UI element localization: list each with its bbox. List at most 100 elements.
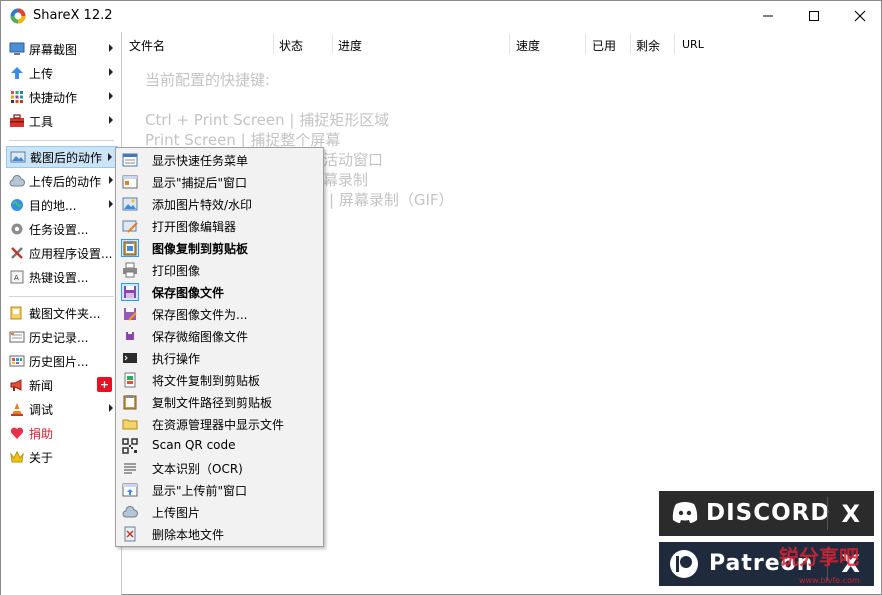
close-button[interactable] <box>837 1 882 31</box>
sidebar-item-label: 历史记录... <box>29 330 89 345</box>
column-divider[interactable] <box>332 34 333 54</box>
sidebar-item-debug[interactable]: 调试 <box>6 398 118 420</box>
save-as-icon <box>122 306 138 322</box>
maximize-button[interactable] <box>791 1 837 31</box>
banner-divider <box>827 497 828 530</box>
hotkeys-title: 当前配置的快捷键: <box>145 71 271 89</box>
minimize-button[interactable] <box>745 1 791 31</box>
minimize-icon <box>763 15 773 17</box>
hotkey-line: 活动窗口 <box>323 151 384 169</box>
sidebar-item-label: 目的地... <box>29 198 77 213</box>
window-title: ShareX 12.2 <box>33 8 113 23</box>
menu-item-show-before-upload-window[interactable]: 显示"上传前"窗口 <box>118 479 321 501</box>
column-status[interactable]: 状态 <box>279 37 303 54</box>
toolbox-icon <box>9 113 25 129</box>
delete-file-icon <box>122 526 138 542</box>
menu-item-open-image-editor[interactable]: 打开图像编辑器 <box>118 215 321 237</box>
sidebar-item-label: 捐助 <box>29 426 54 441</box>
hotkey-line: Ctrl + Print Screen | 捕捉矩形区域 <box>145 111 390 129</box>
menu-item-ocr[interactable]: 文本识别（OCR) <box>118 457 321 479</box>
menu-item-copy-image-to-clipboard[interactable]: 图像复制到剪贴板 <box>118 237 321 259</box>
sidebar-item-screenshots-folder[interactable]: 截图文件夹... <box>6 302 118 324</box>
cloud-icon <box>9 173 25 189</box>
sidebar-item-hotkey-settings[interactable]: A 热键设置... <box>6 266 118 288</box>
watermark-url: www.blvfe.com <box>799 576 860 585</box>
clipboard-image-icon <box>121 239 139 257</box>
sidebar-item-task-settings[interactable]: 任务设置... <box>6 218 118 240</box>
traffic-cone-icon <box>9 401 25 417</box>
menu-item-scan-qr-code[interactable]: Scan QR code <box>118 435 321 457</box>
sidebar-item-destinations[interactable]: 目的地... <box>6 194 118 216</box>
column-speed[interactable]: 速度 <box>516 37 540 54</box>
column-progress[interactable]: 进度 <box>338 37 362 54</box>
chevron-right-icon <box>109 176 113 184</box>
sidebar-item-image-history[interactable]: 历史图片... <box>6 350 118 372</box>
menu-item-copy-file-to-clipboard[interactable]: 将文件复制到剪贴板 <box>118 369 321 391</box>
image-editor-icon <box>122 218 138 234</box>
menu-item-copy-file-path[interactable]: 复制文件路径到剪贴板 <box>118 391 321 413</box>
watermark-text: 锐分享吧 <box>779 545 859 569</box>
sidebar-item-app-settings[interactable]: 应用程序设置... <box>6 242 118 264</box>
chevron-right-icon <box>109 44 113 52</box>
column-divider[interactable] <box>273 34 274 54</box>
close-icon <box>854 10 866 22</box>
sidebar-item-upload[interactable]: 上传 <box>6 62 118 84</box>
sidebar-item-label: 调试 <box>29 402 54 417</box>
grid-icon <box>9 89 25 105</box>
sidebar-item-label: 历史图片... <box>29 354 89 369</box>
image-screenshot-icon <box>10 149 26 165</box>
sidebar-item-label: 上传后的动作 <box>29 174 102 189</box>
column-url[interactable]: URL <box>682 38 704 51</box>
column-divider[interactable] <box>585 34 586 54</box>
folder-open-icon <box>122 416 138 432</box>
sidebar-item-donate[interactable]: 捐助 <box>6 422 118 444</box>
sidebar-item-label: 热键设置... <box>29 270 89 285</box>
sidebar-item-history[interactable]: 历史记录... <box>6 326 118 348</box>
globe-icon <box>9 197 25 213</box>
column-elapsed[interactable]: 已用 <box>592 37 616 54</box>
gear-icon <box>9 221 25 237</box>
column-divider[interactable] <box>509 34 510 54</box>
sidebar-item-label: 工具 <box>29 114 54 129</box>
menu-item-show-in-explorer[interactable]: 在资源管理器中显示文件 <box>118 413 321 435</box>
sidebar-item-label: 截图文件夹... <box>29 306 101 321</box>
discord-close-button[interactable]: X <box>841 500 860 528</box>
sidebar-item-after-upload[interactable]: 上传后的动作 <box>6 170 118 192</box>
folder-icon <box>9 305 25 321</box>
history-icon <box>9 329 25 345</box>
discord-banner[interactable]: DISCORD X <box>659 491 874 536</box>
menu-item-upload-image[interactable]: 上传图片 <box>118 501 321 523</box>
menu-item-show-after-capture-window[interactable]: 显示"捕捉后"窗口 <box>118 171 321 193</box>
menu-item-show-quick-task-menu[interactable]: 显示快速任务菜单 <box>118 149 321 171</box>
column-remaining[interactable]: 剩余 <box>636 37 660 54</box>
discord-logo-icon <box>671 501 699 528</box>
column-divider[interactable] <box>674 34 675 54</box>
column-divider[interactable] <box>630 34 631 54</box>
sidebar-item-label: 屏幕截图 <box>29 42 78 57</box>
sidebar-item-tools[interactable]: 工具 <box>6 110 118 132</box>
sidebar-item-after-capture[interactable]: 截图后的动作 <box>6 146 118 168</box>
menu-item-delete-local-file[interactable]: 删除本地文件 <box>118 523 321 545</box>
image-history-icon <box>9 353 25 369</box>
menu-item-save-image-file[interactable]: 保存图像文件 <box>118 281 321 303</box>
sidebar-item-label: 新闻 <box>29 378 54 393</box>
menu-item-add-image-effects[interactable]: 添加图片特效/水印 <box>118 193 321 215</box>
sidebar-item-news[interactable]: 新闻 + <box>6 374 118 396</box>
qr-code-icon <box>122 438 138 454</box>
sidebar-item-label: 截图后的动作 <box>30 150 103 165</box>
heart-icon <box>9 425 25 441</box>
menu-item-save-thumbnail[interactable]: 保存微缩图像文件 <box>118 325 321 347</box>
sidebar-item-about[interactable]: 关于 <box>6 446 118 468</box>
sidebar-item-label: 快捷动作 <box>29 90 78 105</box>
title-bar[interactable]: ShareX 12.2 <box>1 1 881 32</box>
sidebar-item-label: 应用程序设置... <box>29 246 113 261</box>
menu-item-save-image-as[interactable]: 保存图像文件为... <box>118 303 321 325</box>
news-badge: + <box>97 377 112 392</box>
terminal-icon <box>122 350 138 366</box>
sidebar-item-workflows[interactable]: 快捷动作 <box>6 86 118 108</box>
column-filename[interactable]: 文件名 <box>129 37 165 54</box>
sidebar-item-label: 关于 <box>29 450 54 465</box>
menu-item-perform-actions[interactable]: 执行操作 <box>118 347 321 369</box>
menu-item-print-image[interactable]: 打印图像 <box>118 259 321 281</box>
sidebar-item-capture[interactable]: 屏幕截图 <box>6 38 118 60</box>
